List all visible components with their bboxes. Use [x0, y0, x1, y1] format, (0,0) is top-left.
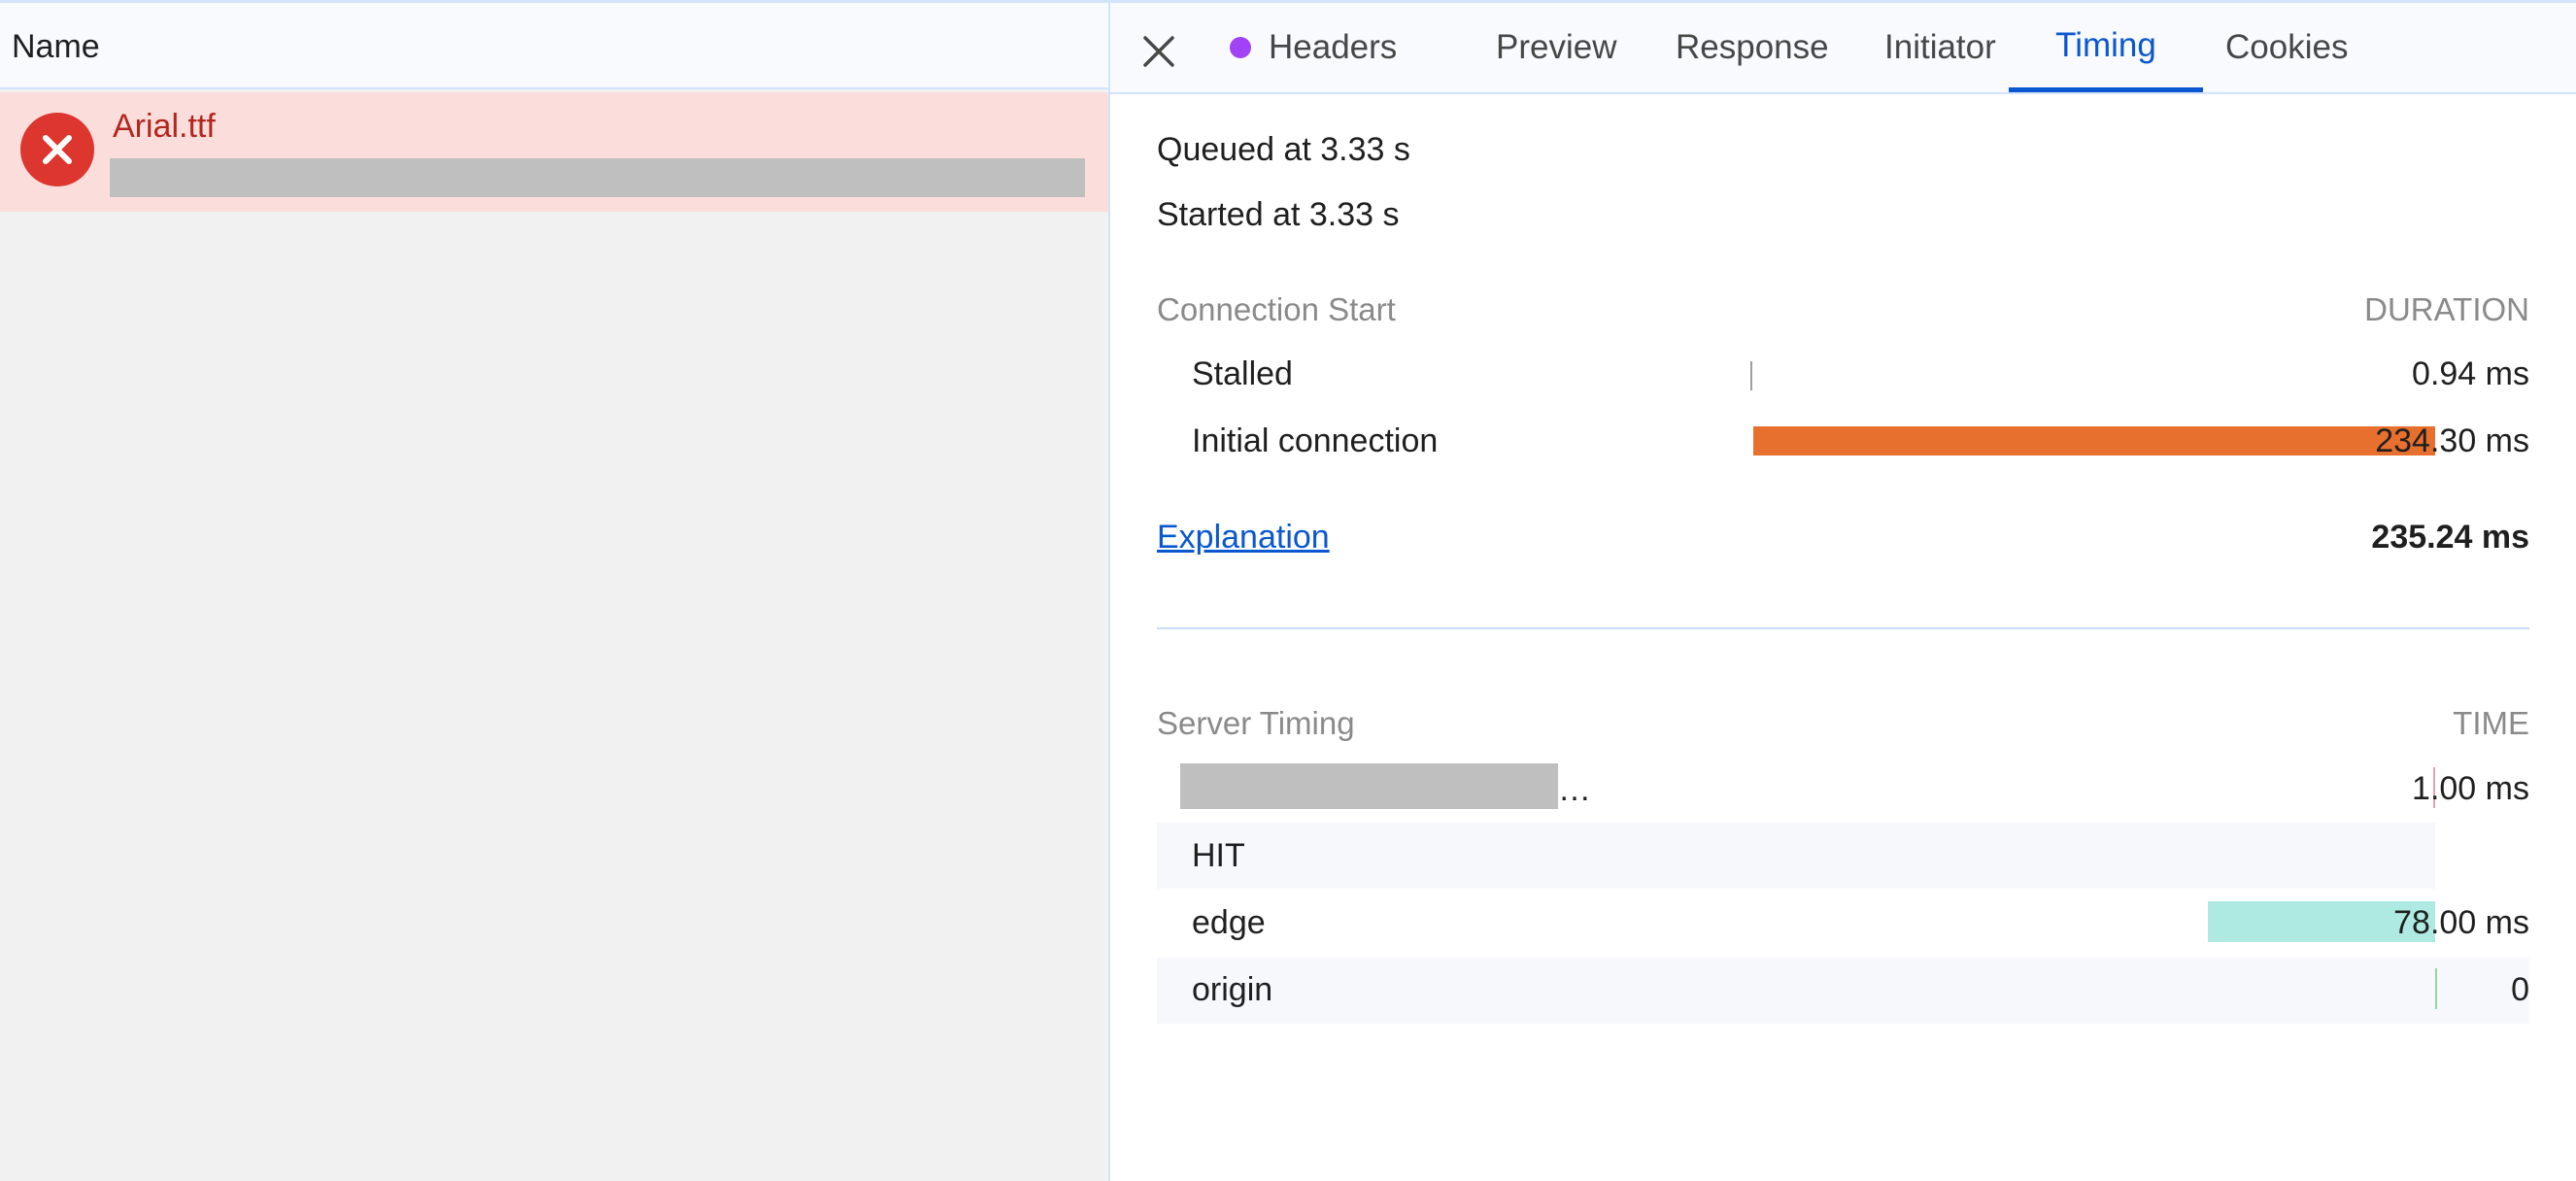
- redacted-server-timing-name: [1180, 763, 1558, 809]
- status-dot-icon: [1230, 37, 1251, 58]
- tab-response[interactable]: Response: [1648, 3, 1856, 92]
- time-column-header: TIME: [2453, 705, 2529, 741]
- request-name: Arial.ttf: [113, 108, 216, 145]
- started-at: Started at 3.33 s: [1157, 196, 1400, 233]
- server-timing-edge-value: 78.00 ms: [2393, 904, 2529, 941]
- name-column-header[interactable]: Name: [12, 28, 100, 66]
- tab-initiator-label: Initiator: [1884, 28, 1996, 66]
- initial-connection-bar: [1753, 426, 2435, 456]
- server-timing-edge-label: edge: [1192, 904, 1266, 941]
- tab-initiator[interactable]: Initiator: [1857, 3, 2023, 92]
- stalled-label: Stalled: [1192, 355, 1293, 392]
- server-timing-ellipsis: …: [1558, 771, 1591, 808]
- request-list-panel: Name Arial.ttf: [0, 0, 1110, 1181]
- tab-headers[interactable]: Headers: [1203, 3, 1424, 92]
- tab-response-label: Response: [1676, 28, 1829, 66]
- server-timing-value-1: 1.00 ms: [2412, 770, 2529, 807]
- explanation-link[interactable]: Explanation: [1157, 519, 1330, 557]
- stalled-value: 0.94 ms: [2412, 355, 2529, 392]
- request-list-header: Name: [0, 0, 1108, 89]
- close-icon[interactable]: [1139, 32, 1178, 71]
- tab-timing[interactable]: Timing: [2009, 3, 2203, 92]
- section-divider: [1157, 627, 2529, 629]
- tab-headers-label: Headers: [1269, 28, 1398, 66]
- redacted-url: [110, 158, 1085, 197]
- initial-connection-value: 234.30 ms: [2375, 422, 2529, 459]
- connection-start-heading: Connection Start: [1157, 291, 1396, 327]
- request-row[interactable]: Arial.ttf: [0, 92, 1108, 212]
- stalled-bar: [1750, 361, 1752, 390]
- server-timing-origin-value: 0: [2511, 971, 2529, 1008]
- queued-at: Queued at 3.33 s: [1157, 131, 1410, 168]
- server-timing-origin-label: origin: [1192, 971, 1273, 1008]
- server-timing-origin-bar: [2435, 968, 2437, 1009]
- server-timing-hit-label: HIT: [1192, 837, 1245, 874]
- server-timing-heading: Server Timing: [1157, 705, 1355, 741]
- tab-cookies-label: Cookies: [2225, 28, 2349, 66]
- tab-preview[interactable]: Preview: [1469, 3, 1644, 92]
- total-duration: 235.24 ms: [2371, 519, 2529, 556]
- initial-connection-label: Initial connection: [1192, 422, 1439, 459]
- details-tabbar: Headers Preview Response Initiator Timin…: [1110, 0, 2576, 94]
- server-timing-row-stripe-2: [1157, 958, 2529, 1024]
- tab-preview-label: Preview: [1496, 28, 1617, 66]
- error-icon: [20, 113, 94, 186]
- details-panel: Headers Preview Response Initiator Timin…: [1110, 0, 2576, 1181]
- tab-timing-label: Timing: [2055, 25, 2156, 64]
- duration-column-header: DURATION: [2364, 291, 2529, 327]
- tab-cookies[interactable]: Cookies: [2198, 3, 2375, 92]
- server-timing-row-stripe: [1157, 823, 2435, 889]
